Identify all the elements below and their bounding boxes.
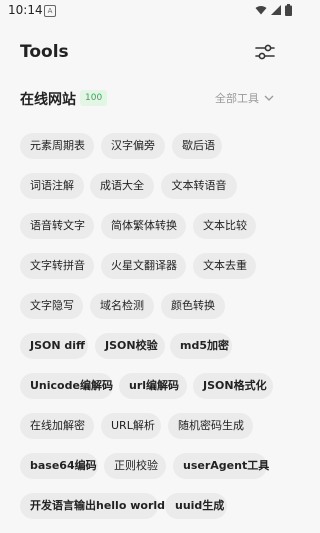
status-icons: [255, 4, 292, 16]
tool-chip[interactable]: JSON格式化: [193, 373, 273, 399]
tool-chip[interactable]: url编解码: [119, 373, 187, 399]
signal-icon: [271, 5, 281, 15]
tool-chip[interactable]: 在线加解密: [20, 413, 94, 439]
all-tools-label: 全部工具: [215, 92, 259, 105]
sliders-icon: [255, 44, 275, 60]
tool-chip[interactable]: 文本比较: [193, 213, 256, 239]
tool-chip[interactable]: Unicode编解码: [20, 373, 113, 399]
filter-button[interactable]: [253, 40, 277, 64]
tool-chip[interactable]: 成语大全: [90, 173, 154, 199]
status-time: 10:14: [8, 3, 43, 17]
tool-chip[interactable]: JSON diff: [20, 333, 88, 359]
tool-chip[interactable]: uuid生成: [165, 493, 227, 519]
tool-chip[interactable]: 歇后语: [172, 133, 222, 159]
tool-chip[interactable]: 词语注解: [20, 173, 84, 199]
tool-chip[interactable]: 开发语言输出hello world: [20, 493, 165, 519]
count-badge: 100: [80, 90, 108, 106]
status-bar: 10:14 A: [0, 0, 300, 22]
tool-chip[interactable]: 域名检测: [90, 293, 154, 319]
tool-chip[interactable]: userAgent工具: [173, 453, 269, 479]
chevron-down-icon: [264, 95, 274, 101]
tool-chip[interactable]: 汉字偏旁: [101, 133, 165, 159]
section-title: 在线网站: [20, 92, 76, 108]
tool-chip[interactable]: 正则校验: [104, 453, 166, 479]
all-tools-dropdown[interactable]: 全部工具: [215, 90, 274, 106]
battery-icon: [285, 4, 292, 16]
tool-chip[interactable]: md5加密: [170, 333, 232, 359]
tool-chip[interactable]: 火星文翻译器: [101, 253, 186, 279]
page-title: Tools: [20, 42, 69, 62]
tool-chip[interactable]: JSON校验: [95, 333, 165, 359]
notification-icon: A: [44, 5, 56, 17]
tool-chip[interactable]: 文字隐写: [20, 293, 83, 319]
tool-chip[interactable]: 元素周期表: [20, 133, 94, 159]
tool-chip[interactable]: 文本转语音: [161, 173, 237, 199]
tool-chip[interactable]: 文字转拼音: [20, 253, 94, 279]
tool-chip[interactable]: 简体繁体转换: [101, 213, 186, 239]
tool-chip[interactable]: 随机密码生成: [168, 413, 253, 439]
tool-chip[interactable]: 文本去重: [193, 253, 256, 279]
tool-chip[interactable]: 颜色转换: [161, 293, 225, 319]
tool-chip[interactable]: 语音转文字: [20, 213, 94, 239]
wifi-icon: [255, 6, 267, 15]
tool-chip[interactable]: base64编码: [20, 453, 98, 479]
tool-chip[interactable]: URL解析: [101, 413, 161, 439]
